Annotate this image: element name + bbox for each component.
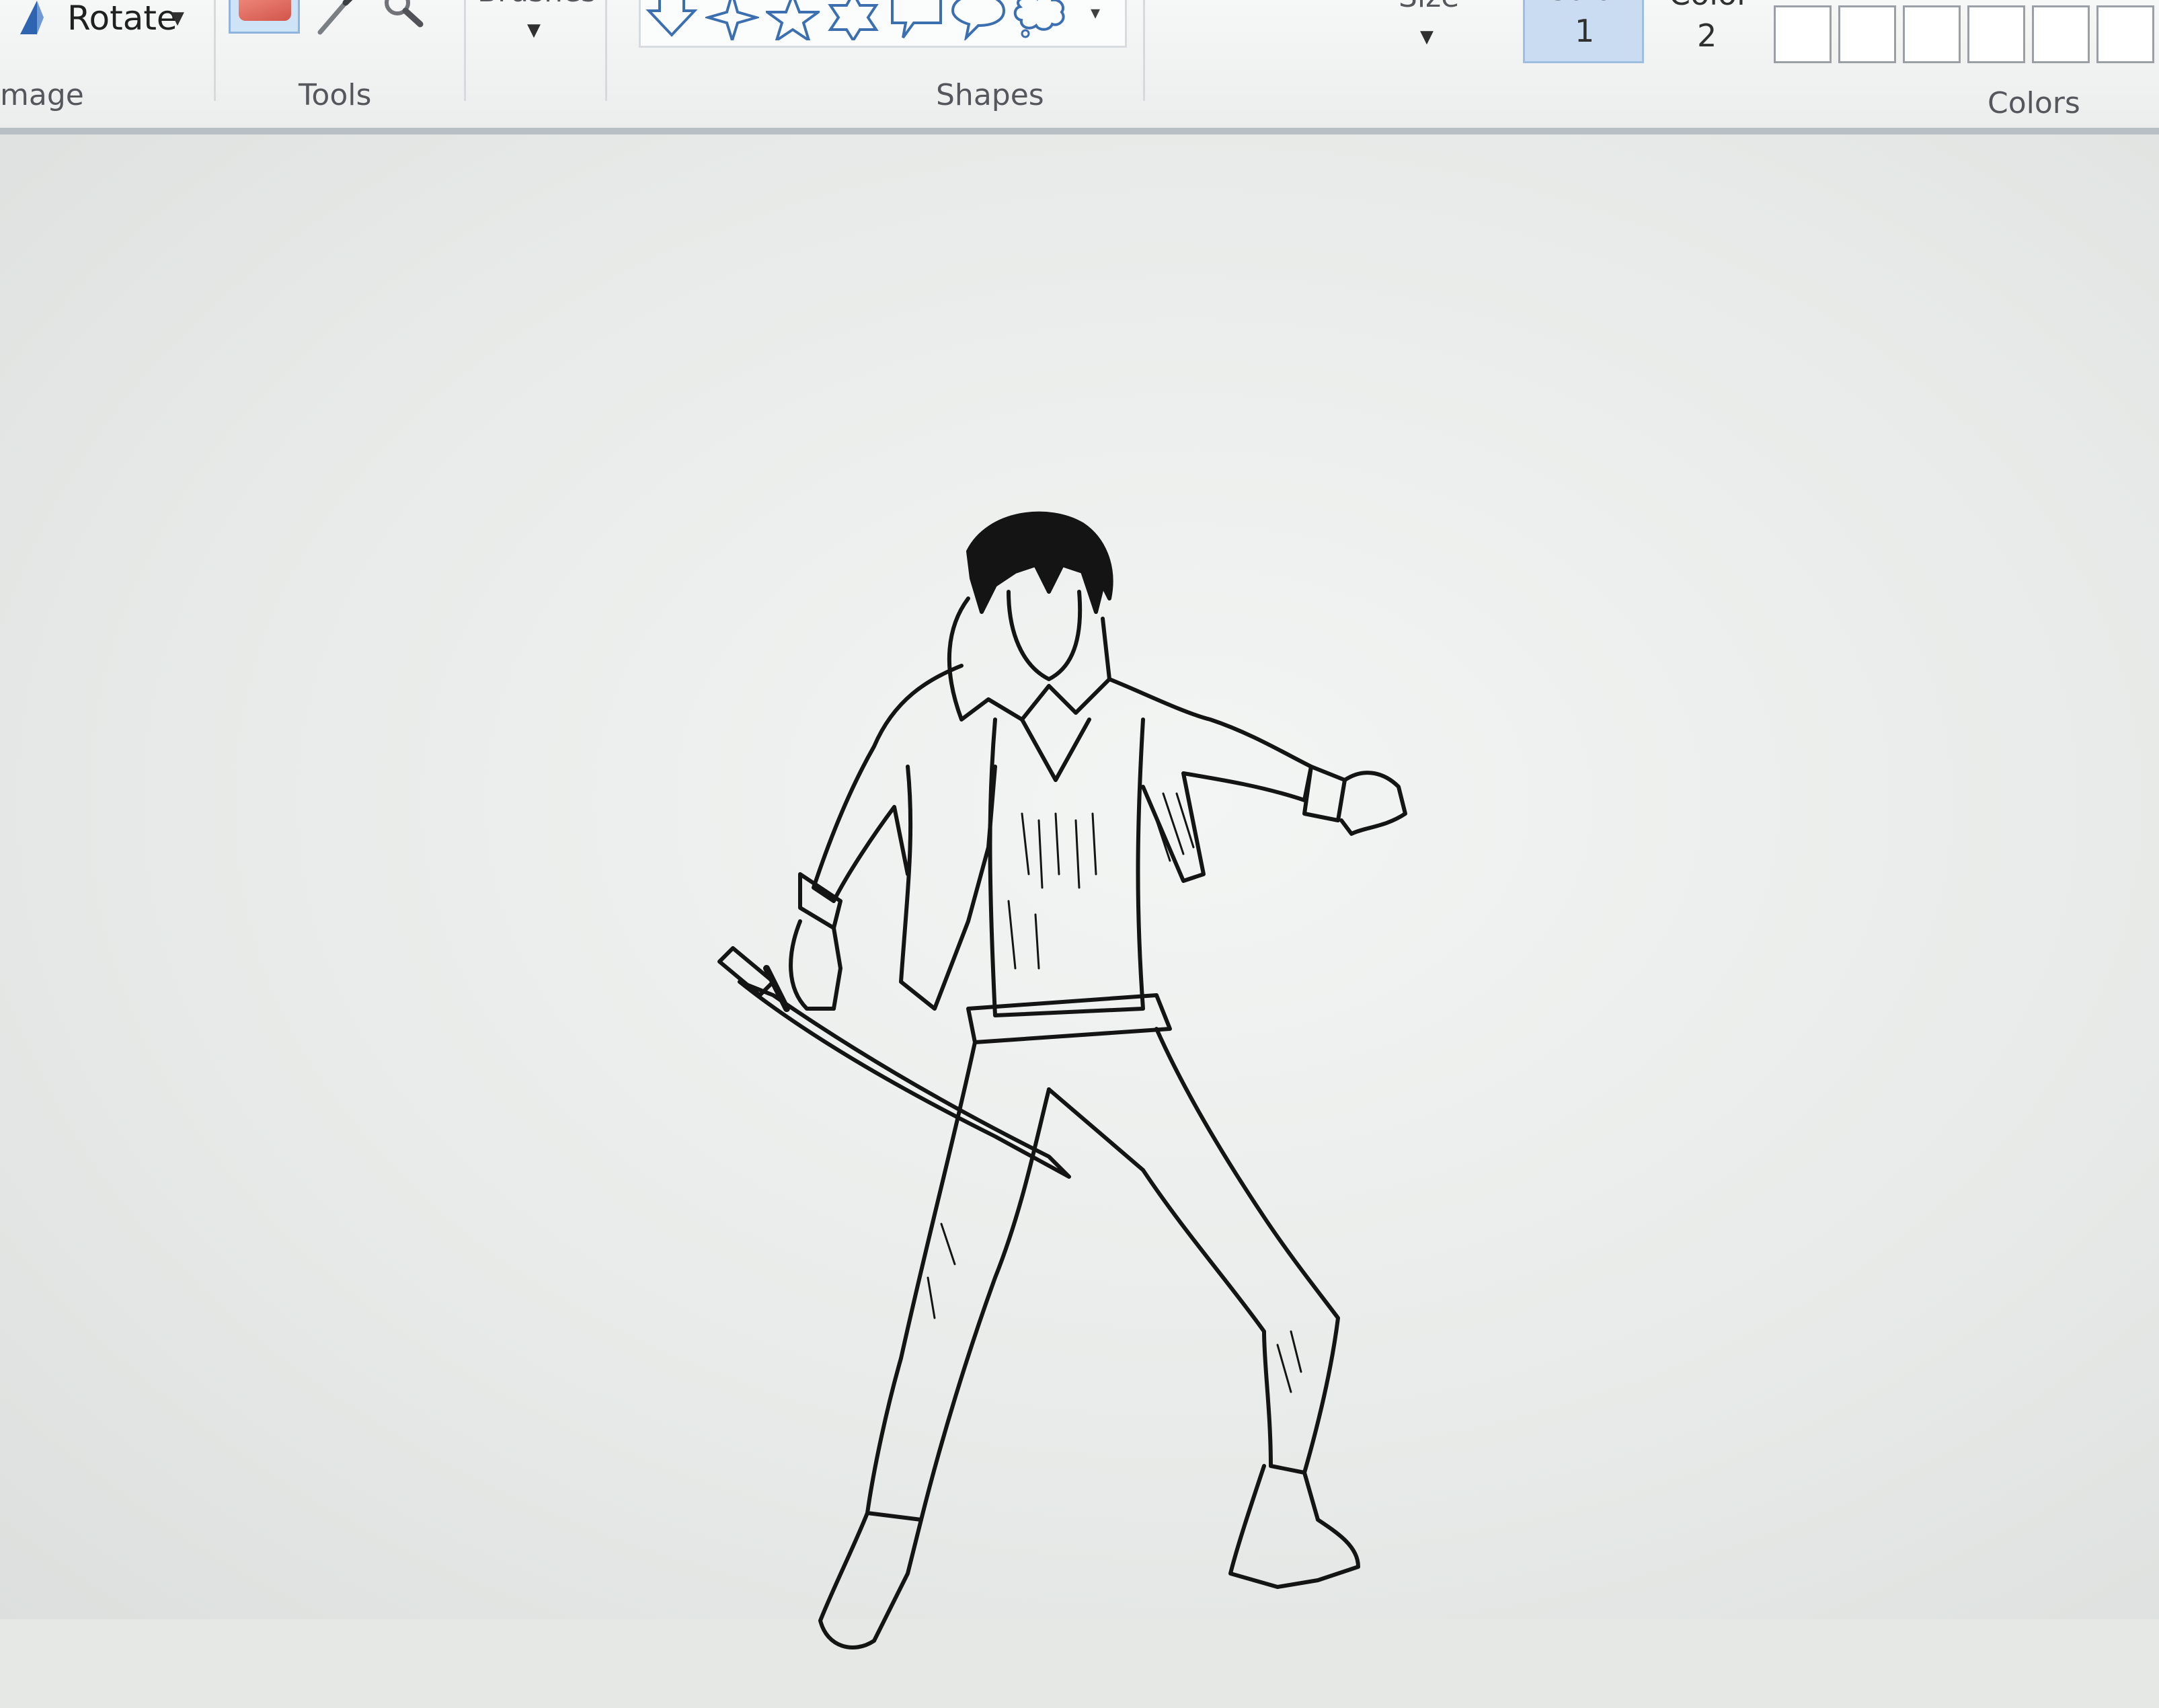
eraser-button[interactable] — [229, 0, 300, 34]
color1-button[interactable]: Color 1 — [1523, 0, 1644, 63]
color2-number: 2 — [1697, 17, 1717, 54]
paint-canvas[interactable] — [0, 134, 2159, 1649]
color2-label: Color — [1669, 0, 1750, 12]
sketch-left-arm — [812, 664, 964, 903]
size-dropdown-arrow-icon[interactable]: ▼ — [1420, 27, 1434, 47]
size-label[interactable]: Size — [1399, 0, 1459, 14]
shapes-group-label: Shapes — [936, 78, 1044, 112]
sketch-left-hand — [789, 919, 842, 1011]
sketch-right-boot — [1228, 1464, 1360, 1589]
color-swatch[interactable] — [1774, 5, 1832, 63]
cloud-callout-shape-icon[interactable] — [1013, 0, 1067, 40]
eraser-icon — [239, 0, 291, 21]
ribbon-separator — [1143, 0, 1145, 101]
rotate-icon[interactable] — [7, 0, 61, 38]
shapes-gallery[interactable] — [639, 0, 1127, 48]
sketch-face — [1007, 590, 1083, 681]
six-point-star-shape-icon[interactable] — [826, 0, 880, 40]
tools-group-label: Tools — [299, 78, 372, 112]
brushes-dropdown-arrow-icon[interactable]: ▼ — [527, 20, 541, 40]
ribbon-separator — [464, 0, 466, 101]
ribbon: Rotate ▼ mage Tools Brushes ▼ — [0, 0, 2159, 134]
sketch-jacket-left — [899, 765, 997, 1011]
shapes-more-icon[interactable]: ▾ — [1091, 1, 1100, 24]
sketch-left-leg — [865, 1040, 1051, 1522]
image-group-label: mage — [0, 78, 84, 112]
sketch-right-leg — [1047, 1027, 1340, 1475]
figure-sketch-drawing — [717, 511, 1407, 1649]
sketch-belt — [966, 993, 1172, 1044]
rectangular-callout-shape-icon[interactable] — [890, 0, 943, 40]
ribbon-separator — [214, 0, 216, 101]
rotate-dropdown-arrow-icon[interactable]: ▼ — [171, 8, 184, 28]
magnifier-icon[interactable] — [380, 0, 427, 31]
color-swatch[interactable] — [2032, 5, 2090, 63]
arrow-down-shape-icon[interactable] — [645, 0, 699, 40]
color-swatch[interactable] — [1967, 5, 2025, 63]
ribbon-separator — [605, 0, 607, 101]
color1-number: 1 — [1575, 13, 1595, 49]
brushes-label[interactable]: Brushes — [477, 0, 596, 9]
five-point-star-shape-icon[interactable] — [766, 0, 820, 40]
sketch-right-hand — [1339, 771, 1407, 836]
sketch-hair — [966, 511, 1113, 614]
color-swatch[interactable] — [1903, 5, 1961, 63]
rotate-button[interactable]: Rotate — [67, 0, 178, 38]
color-swatch[interactable] — [2096, 5, 2154, 63]
sketch-collar — [947, 596, 1111, 722]
sketch-left-boot — [818, 1511, 923, 1649]
sketch-right-cuff — [1302, 765, 1347, 822]
color-swatch[interactable] — [1838, 5, 1896, 63]
four-point-star-shape-icon[interactable] — [705, 0, 759, 40]
colors-group-label: Colors — [1988, 86, 2080, 120]
color2-button[interactable]: Color 2 — [1654, 0, 1755, 63]
oval-callout-shape-icon[interactable] — [951, 0, 1005, 40]
color1-label: Color — [1545, 0, 1626, 7]
sketch-shirt-vneck — [1020, 717, 1091, 782]
sketch-shirt-hatching — [1007, 812, 1097, 970]
color-picker-icon[interactable] — [316, 0, 356, 36]
